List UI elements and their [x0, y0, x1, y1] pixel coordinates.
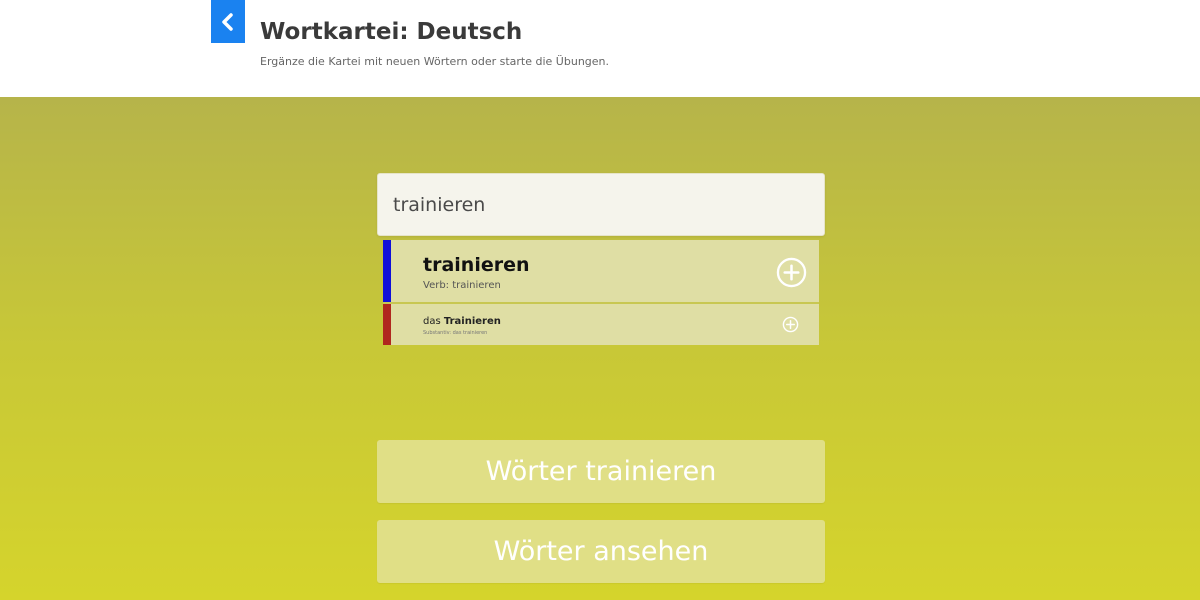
suggestion-info: Verb: trainieren [423, 280, 501, 291]
back-button[interactable] [211, 0, 245, 43]
train-words-button[interactable]: Wörter trainieren [377, 440, 825, 503]
suggestion-article: das [423, 316, 441, 327]
word-type-color-bar [383, 240, 391, 302]
suggestion-item-verb[interactable]: trainieren Verb: trainieren [383, 240, 819, 304]
page-subtitle: Ergänze die Kartei mit neuen Wörtern ode… [260, 55, 610, 68]
suggestion-list: trainieren Verb: trainieren das Trainier… [383, 240, 819, 345]
search-input[interactable] [393, 193, 809, 216]
add-circle-icon[interactable] [782, 316, 799, 333]
header: Wortkartei: Deutsch Ergänze die Kartei m… [0, 0, 1200, 97]
suggestion-item-noun[interactable]: das Trainieren Substantiv: das trainiere… [383, 304, 819, 345]
page-title: Wortkartei: Deutsch [260, 19, 523, 45]
main-area: trainieren Verb: trainieren das Trainier… [0, 97, 1200, 600]
add-circle-icon[interactable] [776, 257, 807, 288]
chevron-left-icon [222, 12, 233, 31]
word-type-color-bar [383, 304, 391, 345]
suggestion-info: Substantiv: das trainieren [423, 330, 488, 336]
suggestion-word: Trainieren [443, 316, 501, 327]
search-box[interactable] [377, 173, 825, 236]
suggestion-line: das Trainieren [423, 316, 501, 327]
view-words-button[interactable]: Wörter ansehen [377, 520, 825, 583]
suggestion-word: trainieren [423, 254, 530, 276]
